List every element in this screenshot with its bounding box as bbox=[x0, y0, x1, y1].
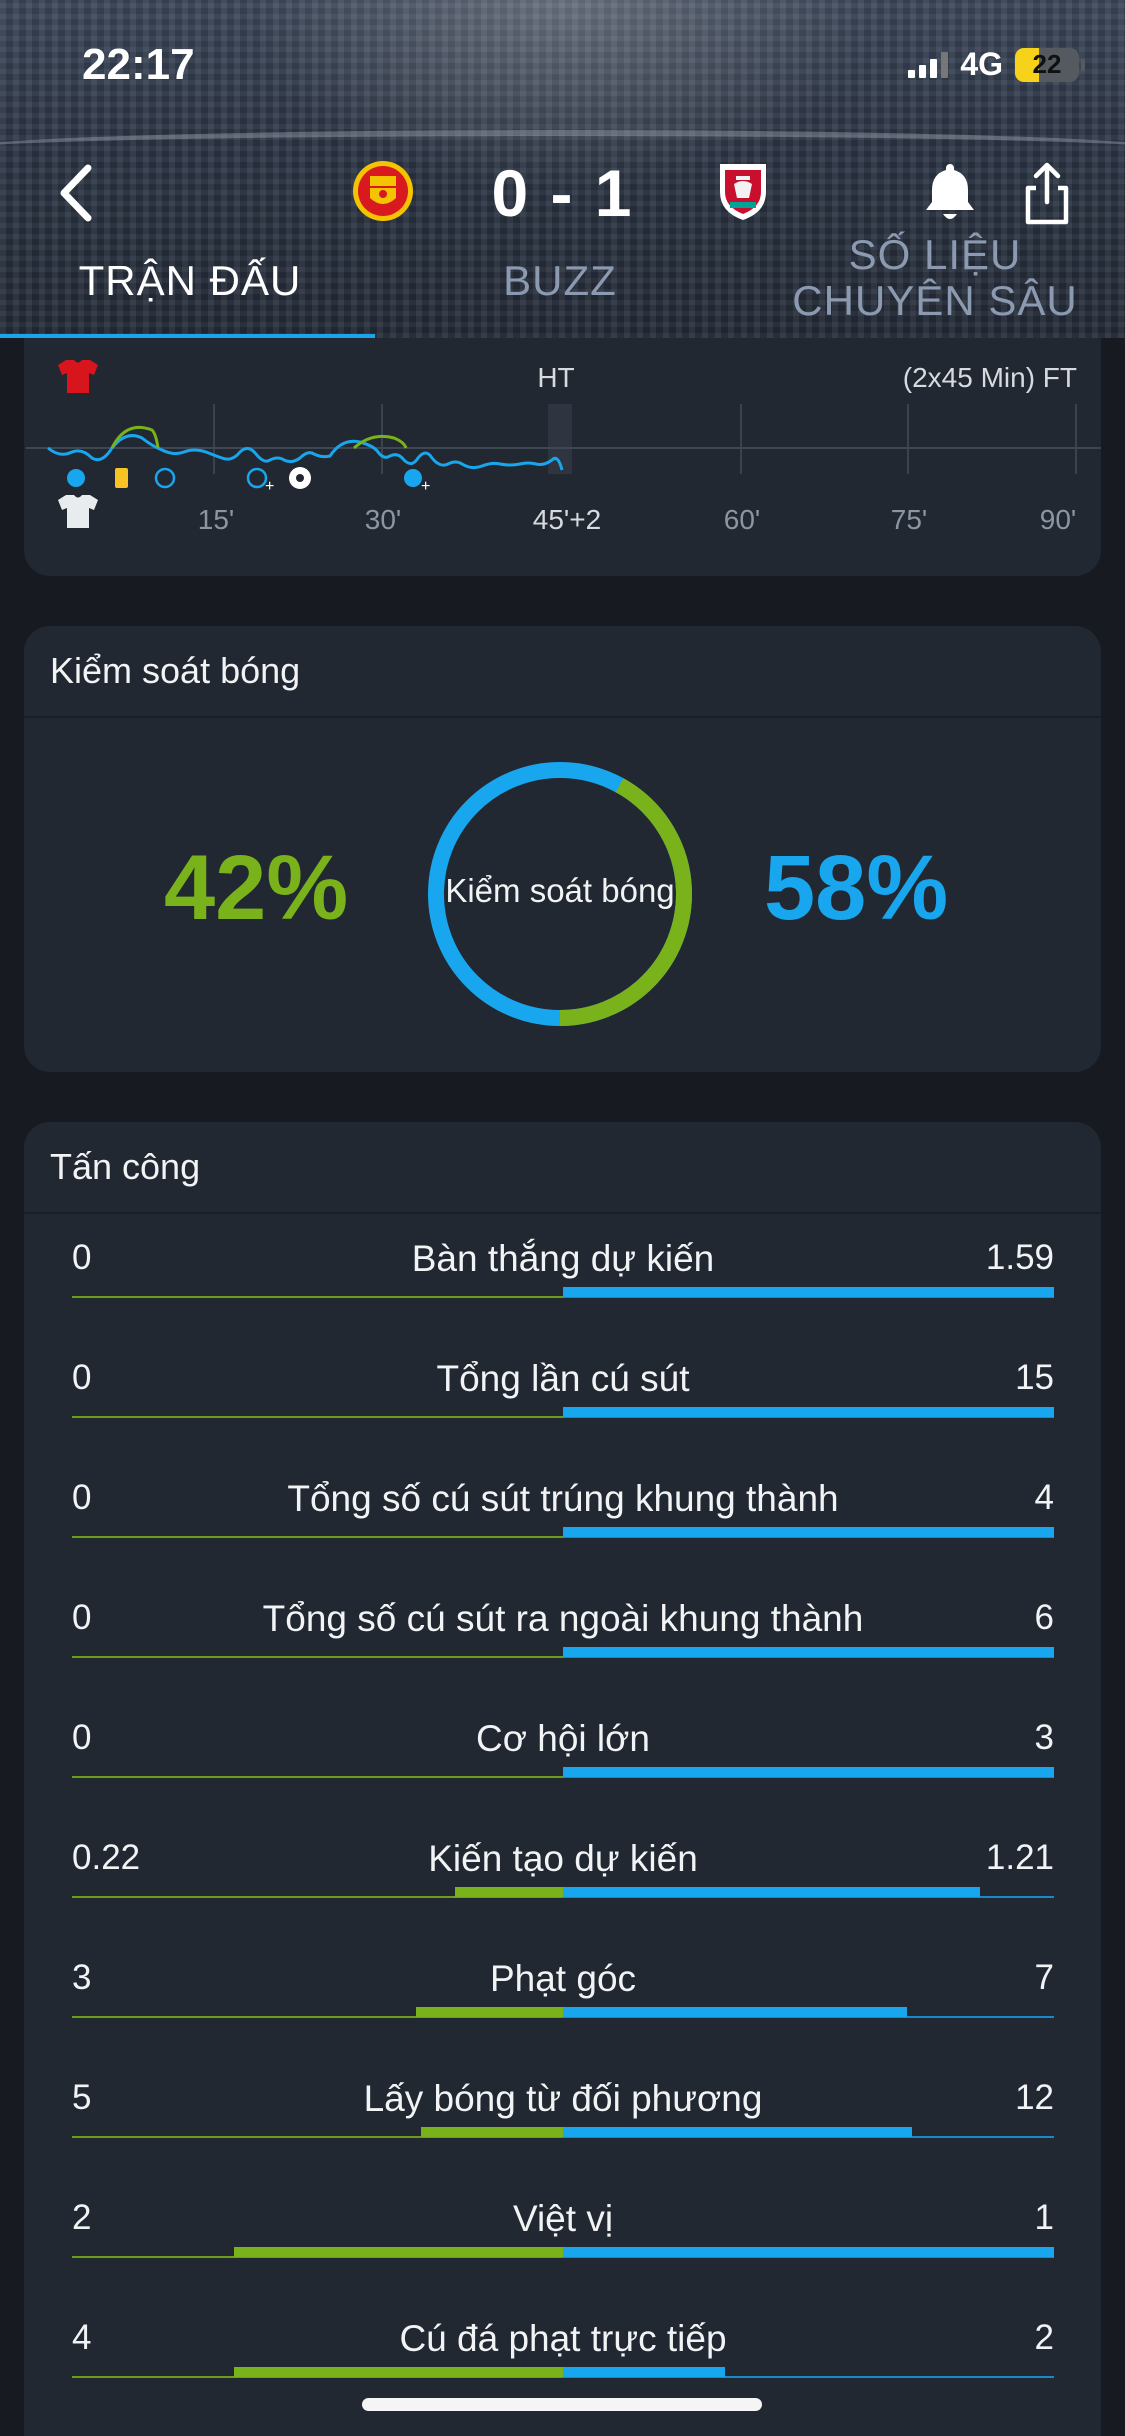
share-icon[interactable] bbox=[1022, 160, 1072, 226]
stat-label: Bàn thắng dự kiến bbox=[411, 1238, 715, 1279]
donut-center-label: Kiểm soát bóng bbox=[445, 872, 675, 909]
stat-bar-track bbox=[72, 1887, 1054, 1898]
stat-bar-away bbox=[563, 2367, 726, 2377]
network-type: 4G bbox=[960, 46, 1003, 82]
stat-label: Việt vị bbox=[512, 2198, 614, 2239]
stat-bar-home bbox=[415, 2007, 563, 2017]
tick-label: 45'+2 bbox=[533, 504, 601, 535]
tab-buzz[interactable]: BUZZ bbox=[440, 258, 680, 304]
home-possession: 42% bbox=[164, 837, 349, 939]
event-marker[interactable] bbox=[154, 467, 176, 489]
goal-ball-icon[interactable] bbox=[289, 467, 311, 489]
stat-row: 0 Tổng số cú sút ra ngoài khung thành 6 bbox=[72, 1574, 1054, 1694]
stat-away-value: 2 bbox=[1034, 2318, 1054, 2357]
stat-row: 2 Việt vị 1 bbox=[72, 2174, 1054, 2294]
stat-away-value: 15 bbox=[1015, 1358, 1054, 1397]
stat-label: Cơ hội lớn bbox=[476, 1718, 650, 1759]
stat-row: 0 Tổng số cú sút trúng khung thành 4 bbox=[72, 1454, 1054, 1574]
stat-bar-home bbox=[234, 2247, 563, 2257]
stat-row: 0.22 Kiến tạo dự kiến 1.21 bbox=[72, 1814, 1054, 1934]
stat-bar-home bbox=[420, 2127, 563, 2137]
stat-label: Tổng số cú sút ra ngoài khung thành bbox=[262, 1598, 864, 1639]
stat-label: Phạt góc bbox=[489, 1958, 637, 1999]
stat-away-value: 4 bbox=[1034, 1478, 1054, 1517]
stat-away-value: 6 bbox=[1034, 1598, 1054, 1637]
cellular-signal-icon bbox=[908, 51, 949, 78]
status-time: 22:17 bbox=[82, 40, 195, 89]
event-marker[interactable] bbox=[67, 469, 85, 487]
possession-card-title: Kiểm soát bóng bbox=[24, 626, 1101, 718]
liverpool-crest-icon[interactable] bbox=[710, 158, 776, 224]
stat-away-value: 1.21 bbox=[985, 1838, 1054, 1877]
home-indicator[interactable] bbox=[362, 2398, 762, 2411]
stat-away-value: 1.59 bbox=[985, 1238, 1054, 1277]
event-marker[interactable] bbox=[404, 469, 422, 487]
tab-in-depth-stats[interactable]: SỐ LIỆU CHUYÊN SÂU bbox=[780, 232, 1090, 324]
battery-level: 22 bbox=[1032, 49, 1062, 79]
stat-bar-home bbox=[234, 2367, 563, 2377]
tick-label: 15' bbox=[198, 504, 235, 535]
tick-label: 90' bbox=[1040, 504, 1077, 535]
stat-row: 4 Cú đá phạt trực tiếp 2 bbox=[72, 2294, 1054, 2414]
stat-label: Tổng số cú sút trúng khung thành bbox=[287, 1478, 839, 1519]
ht-label: HT bbox=[537, 362, 574, 393]
tab-bar: TRẬN ĐẤU BUZZ SỐ LIỆU CHUYÊN SÂU bbox=[0, 232, 1125, 338]
home-shirt-icon bbox=[58, 360, 98, 393]
match-header: 22:17 4G 22 0 - 1 TRẬN ĐẤU BUZZ SỐ LIỆU … bbox=[0, 0, 1125, 338]
event-marker[interactable] bbox=[246, 467, 268, 489]
ft-label: (2x45 Min) FT bbox=[903, 362, 1077, 393]
stat-bar-home bbox=[454, 1887, 563, 1897]
stat-bar-away bbox=[563, 1527, 1054, 1537]
stat-away-value: 7 bbox=[1034, 1958, 1054, 1997]
stat-row: 0 Bàn thắng dự kiến 1.59 bbox=[72, 1214, 1054, 1334]
status-icons: 4G 22 bbox=[908, 46, 1085, 83]
stat-row: 0 Cơ hội lớn 3 bbox=[72, 1694, 1054, 1814]
stat-bar-away bbox=[563, 2247, 1054, 2257]
stat-bar-away bbox=[563, 1647, 1054, 1657]
tick-label: 60' bbox=[724, 504, 761, 535]
stat-bar-track bbox=[72, 1407, 1054, 1418]
stat-away-value: 1 bbox=[1034, 2198, 1054, 2237]
stat-label: Tổng lần cú sút bbox=[436, 1358, 690, 1399]
stat-label: Lấy bóng từ đối phương bbox=[363, 2078, 763, 2119]
notification-bell-icon[interactable] bbox=[922, 158, 978, 224]
stat-label: Kiến tạo dự kiến bbox=[428, 1838, 698, 1879]
possession-card: Kiểm soát bóng 42% Kiểm soát bóng 58% bbox=[24, 626, 1101, 1072]
tab-match[interactable]: TRẬN ĐẤU bbox=[40, 258, 340, 304]
svg-text:+: + bbox=[265, 478, 274, 495]
stat-bar-track bbox=[72, 1767, 1054, 1778]
stat-bar-track bbox=[72, 2007, 1054, 2018]
svg-text:+: + bbox=[421, 478, 430, 495]
stat-bar-track bbox=[72, 1647, 1054, 1658]
match-timeline-card: HT (2x45 Min) FT + + 15' 30' 45'+2 60' 7… bbox=[24, 338, 1101, 576]
stat-row: 0 Tổng lần cú sút 15 bbox=[72, 1334, 1054, 1454]
stat-bar-track bbox=[72, 1287, 1054, 1298]
stat-away-value: 12 bbox=[1015, 2078, 1054, 2117]
stat-bar-away bbox=[563, 1767, 1054, 1777]
stat-label: Cú đá phạt trực tiếp bbox=[399, 2318, 727, 2359]
attack-card-title: Tấn công bbox=[24, 1122, 1101, 1214]
battery-icon: 22 bbox=[1015, 47, 1085, 82]
tick-label: 30' bbox=[365, 504, 402, 535]
stat-bar-track bbox=[72, 2247, 1054, 2258]
stat-bar-track bbox=[72, 2367, 1054, 2378]
stat-bar-away bbox=[563, 2007, 907, 2017]
stat-row: 5 Lấy bóng từ đối phương 12 bbox=[72, 2054, 1054, 2174]
stat-bar-track bbox=[72, 1527, 1054, 1538]
stat-bar-away bbox=[563, 1887, 981, 1897]
away-shirt-icon bbox=[58, 495, 98, 528]
attack-stats-card: Tấn công 0 Bàn thắng dự kiến 1.59 0 Tổng lần… bbox=[24, 1122, 1101, 2436]
stat-bar-track bbox=[72, 2127, 1054, 2138]
yellow-card-icon[interactable] bbox=[115, 468, 128, 488]
match-timeline[interactable]: HT (2x45 Min) FT + + 15' 30' 45'+2 60' 7… bbox=[24, 338, 1101, 576]
tick-label: 75' bbox=[891, 504, 928, 535]
stat-bar-away bbox=[563, 2127, 912, 2137]
stat-away-value: 3 bbox=[1034, 1718, 1054, 1757]
stat-bar-away bbox=[563, 1407, 1054, 1417]
stat-row: 3 Phạt góc 7 bbox=[72, 1934, 1054, 2054]
stat-bar-away bbox=[563, 1287, 1054, 1297]
away-possession: 58% bbox=[764, 837, 949, 939]
